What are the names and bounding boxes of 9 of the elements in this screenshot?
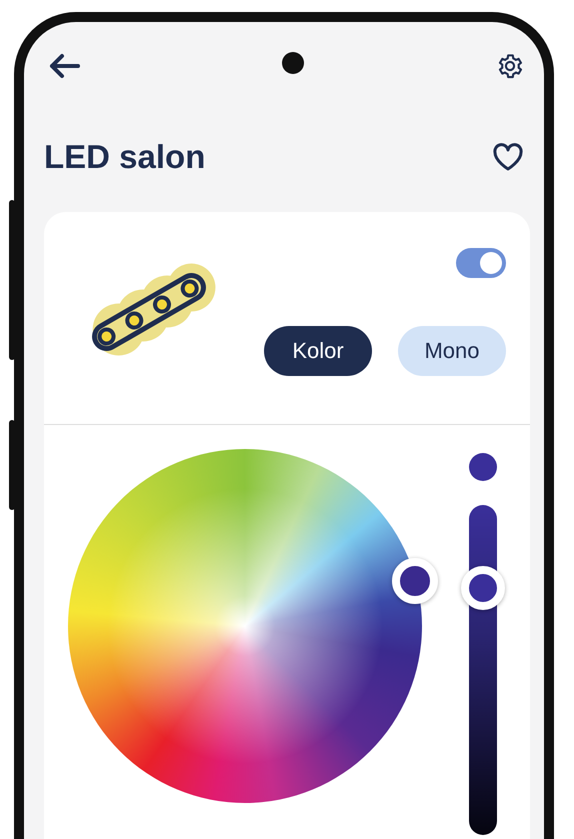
back-arrow-icon[interactable] [48, 53, 80, 79]
power-toggle[interactable] [456, 248, 506, 278]
mode-button[interactable]: Kolor [264, 326, 372, 376]
heart-icon[interactable] [492, 143, 524, 171]
camera-dot [282, 52, 304, 74]
brightness-dot-icon [469, 453, 497, 481]
settings-icon[interactable] [496, 52, 524, 80]
mode-button[interactable]: Mono [398, 326, 506, 376]
screen-title: LED salon [44, 138, 206, 176]
